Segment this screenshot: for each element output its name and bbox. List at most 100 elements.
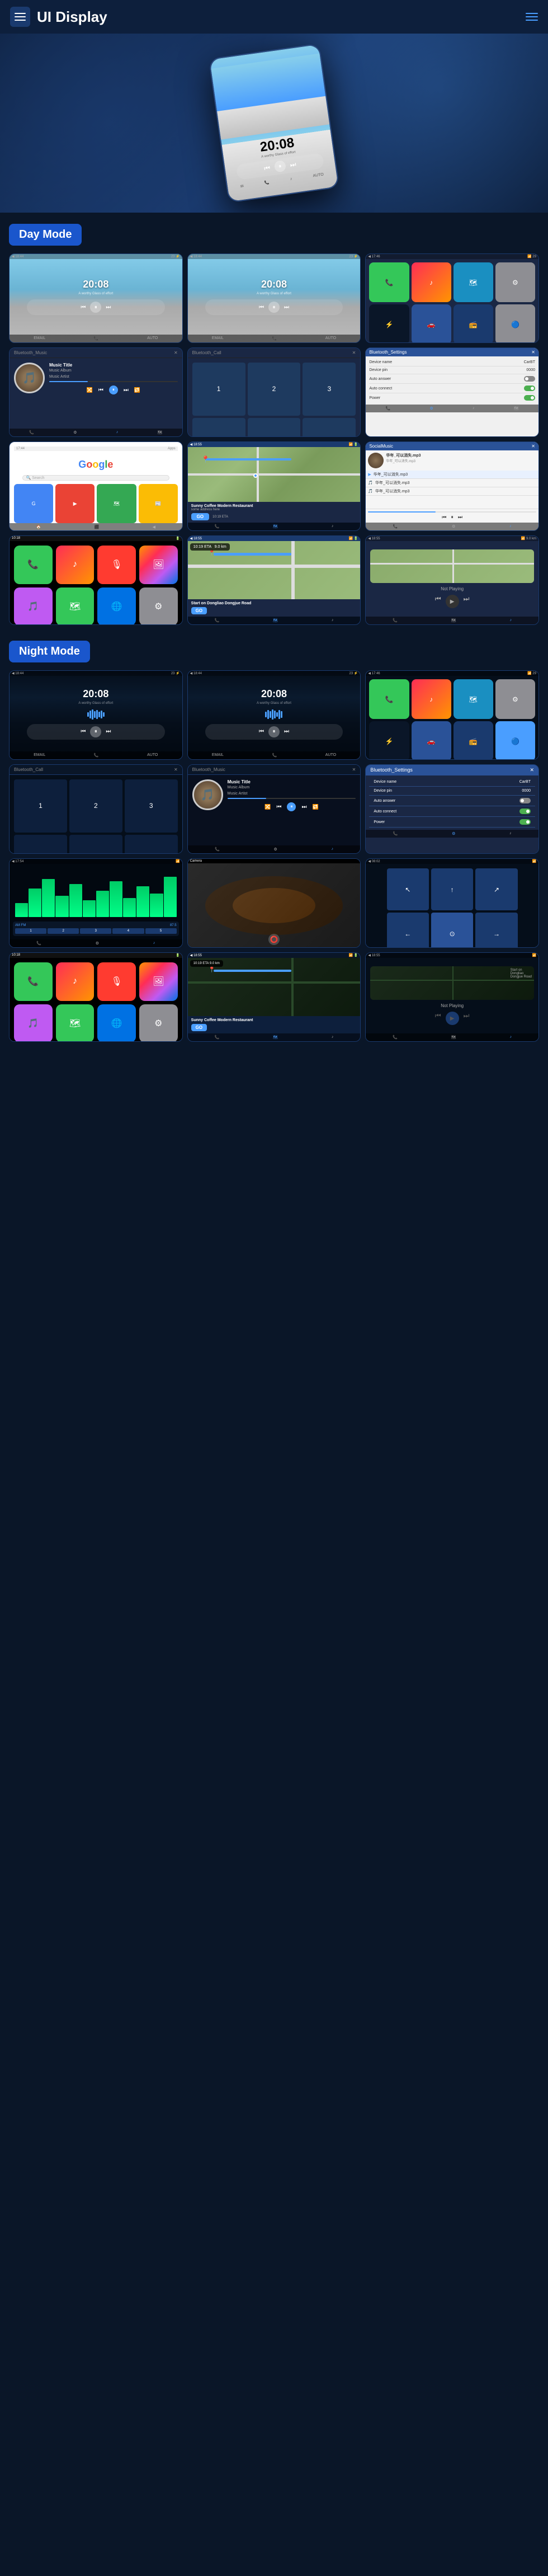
menu-button[interactable] [10, 7, 30, 27]
nav-map-area[interactable]: 📍 10:19 ETA 9.0 km [188, 541, 361, 599]
night-map-nav-2[interactable]: 🗺 [273, 1035, 278, 1040]
app-icon-bt-1[interactable]: ⚡ [369, 304, 409, 343]
nav-go-button[interactable]: GO [191, 607, 207, 614]
night-repeat[interactable]: 🔁 [312, 804, 318, 810]
cp-podcasts2[interactable]: 🎵 [14, 587, 53, 625]
play-btn-2[interactable]: ⏸ [268, 302, 280, 313]
night-app-maps[interactable]: 🗺 [453, 679, 493, 719]
cp-safari[interactable]: 🌐 [97, 587, 136, 625]
google-shortcut-1[interactable]: G [14, 484, 53, 523]
night-app-settings[interactable]: ⚙ [495, 679, 535, 719]
night-app-phone[interactable]: 📞 [369, 679, 409, 719]
google-shortcut-2[interactable]: ▶ [55, 484, 95, 523]
night-shuffle[interactable]: 🔀 [264, 804, 271, 810]
night-np-next[interactable]: ⏭ [464, 1012, 470, 1025]
night-bt-call-close[interactable]: ✕ [174, 767, 178, 772]
night-map-view[interactable]: 📍 10:19 ETA 9.0 km [188, 958, 361, 1016]
key-1[interactable]: 1 [192, 363, 245, 416]
night-next-track[interactable]: ⏭ [301, 804, 306, 810]
cp-photos[interactable]: 🖼 [139, 546, 178, 584]
repeat-icon-1[interactable]: 🔁 [134, 387, 140, 393]
night-nav-right[interactable]: → [475, 913, 517, 948]
app-icon-music-1[interactable]: ♪ [412, 262, 451, 302]
night-power-toggle[interactable] [519, 819, 531, 825]
app-icon-maps-1[interactable]: 🗺 [453, 262, 493, 302]
night-nav-left[interactable]: ← [387, 913, 429, 948]
night-btn-2[interactable]: 2 [48, 928, 79, 934]
np-next[interactable]: ⏭ [464, 595, 470, 608]
app-icon-extra-1[interactable]: 📻 [453, 304, 493, 343]
go-button[interactable]: GO [191, 513, 209, 520]
social-list-item-1[interactable]: ▶ 华年_可以消失.mp3 [366, 471, 538, 479]
night-key-5[interactable]: 5 [69, 835, 122, 854]
np-nav-3[interactable]: ♪ [510, 618, 512, 623]
night-np-nav-3[interactable]: ♪ [510, 1035, 512, 1040]
night-bt-music-close[interactable]: ✕ [352, 767, 356, 772]
sm-nav-3[interactable]: ♪ [509, 524, 512, 529]
night-btn-3[interactable]: 3 [80, 928, 111, 934]
night-play-2[interactable]: ⏸ [268, 726, 280, 737]
shuffle-icon-1[interactable]: 🔀 [87, 387, 93, 393]
night-key-1[interactable]: 1 [14, 779, 67, 833]
map-nav-2[interactable]: 🗺 [273, 524, 278, 529]
night-cp-podcasts2[interactable]: 🎵 [14, 1004, 53, 1042]
app-icon-extra-2[interactable]: 🔵 [495, 304, 535, 343]
key-6[interactable]: 6 [303, 418, 356, 437]
night-btn-1[interactable]: 1 [15, 928, 46, 934]
night-viz-nav-3[interactable]: ♪ [153, 941, 155, 946]
prev-btn-2[interactable]: ⏮ [259, 304, 264, 311]
phone-nav-1[interactable]: 📞 [94, 336, 99, 341]
night-cp-safari[interactable]: 🌐 [97, 1004, 136, 1042]
bt-settings-close[interactable]: ✕ [531, 350, 535, 355]
bt-call-close[interactable]: ✕ [352, 350, 356, 355]
cp-podcast[interactable]: 🎙 [97, 546, 136, 584]
app-icon-phone-1[interactable]: 📞 [369, 262, 409, 302]
night-btn-4[interactable]: 4 [112, 928, 144, 934]
next-btn-2[interactable]: ⏭ [284, 304, 289, 311]
night-music-nav-3[interactable]: ♪ [331, 847, 333, 852]
night-nav-up-left[interactable]: ↖ [387, 868, 429, 910]
night-app-music[interactable]: ♪ [412, 679, 451, 719]
nav-b-2[interactable]: 🗺 [273, 618, 278, 623]
social-play[interactable]: ⏸ [451, 514, 453, 520]
night-app-radio[interactable]: 📻 [453, 721, 493, 760]
night-key-4[interactable]: 4 [14, 835, 67, 854]
night-key-3[interactable]: 3 [125, 779, 178, 833]
night-s-nav-2[interactable]: ⚙ [452, 831, 455, 836]
social-next[interactable]: ⏭ [458, 514, 462, 520]
power-toggle[interactable] [524, 395, 535, 401]
night-btn-5[interactable]: 5 [145, 928, 177, 934]
nav-lines-icon[interactable] [526, 13, 538, 21]
night-np-prev[interactable]: ⏮ [435, 1012, 441, 1025]
night-settings-close[interactable]: ✕ [530, 767, 534, 773]
night-prev-1[interactable]: ⏮ [81, 728, 86, 735]
google-shortcut-3[interactable]: 🗺 [97, 484, 136, 523]
night-cp-settings[interactable]: ⚙ [139, 1004, 178, 1042]
night-app-bt[interactable]: ⚡ [369, 721, 409, 760]
key-5[interactable]: 5 [248, 418, 301, 437]
cp-settings[interactable]: ⚙ [139, 587, 178, 625]
key-4[interactable]: 4 [192, 418, 245, 437]
night-nav-2[interactable]: 📞 [94, 753, 99, 758]
night-app-car[interactable]: 🚗 [412, 721, 451, 760]
auto-connect-toggle[interactable] [524, 386, 535, 391]
night-auto-answer-toggle[interactable] [519, 798, 531, 803]
night-cp-photos[interactable]: 🖼 [139, 962, 178, 1001]
night-nav-up-right[interactable]: ↗ [475, 868, 517, 910]
np-play[interactable]: ▶ [446, 595, 459, 608]
night-app-bt2[interactable]: 🔵 [495, 721, 535, 760]
social-list-item-2[interactable]: 🎵 华年_可以消失.mp3 [366, 479, 538, 487]
social-list-item-3[interactable]: 🎵 华年_可以消失.mp3 [366, 487, 538, 496]
bt-nav-3[interactable]: ♪ [116, 430, 119, 435]
next-track-1[interactable]: ⏭ [124, 387, 129, 393]
prev-track-1[interactable]: ⏮ [98, 387, 103, 393]
night-cp-maps[interactable]: 🗺 [56, 1004, 95, 1042]
bt-s-nav-2[interactable]: ⚙ [430, 406, 433, 411]
night-key-6[interactable]: 6 [125, 835, 178, 854]
night-cp-music[interactable]: ♪ [56, 962, 95, 1001]
night-go-btn[interactable]: GO [191, 1024, 207, 1031]
night-auto-connect-toggle[interactable] [519, 808, 531, 814]
night-prev-track[interactable]: ⏮ [276, 804, 281, 810]
key-3[interactable]: 3 [303, 363, 356, 416]
night-prev-2[interactable]: ⏮ [259, 728, 264, 735]
